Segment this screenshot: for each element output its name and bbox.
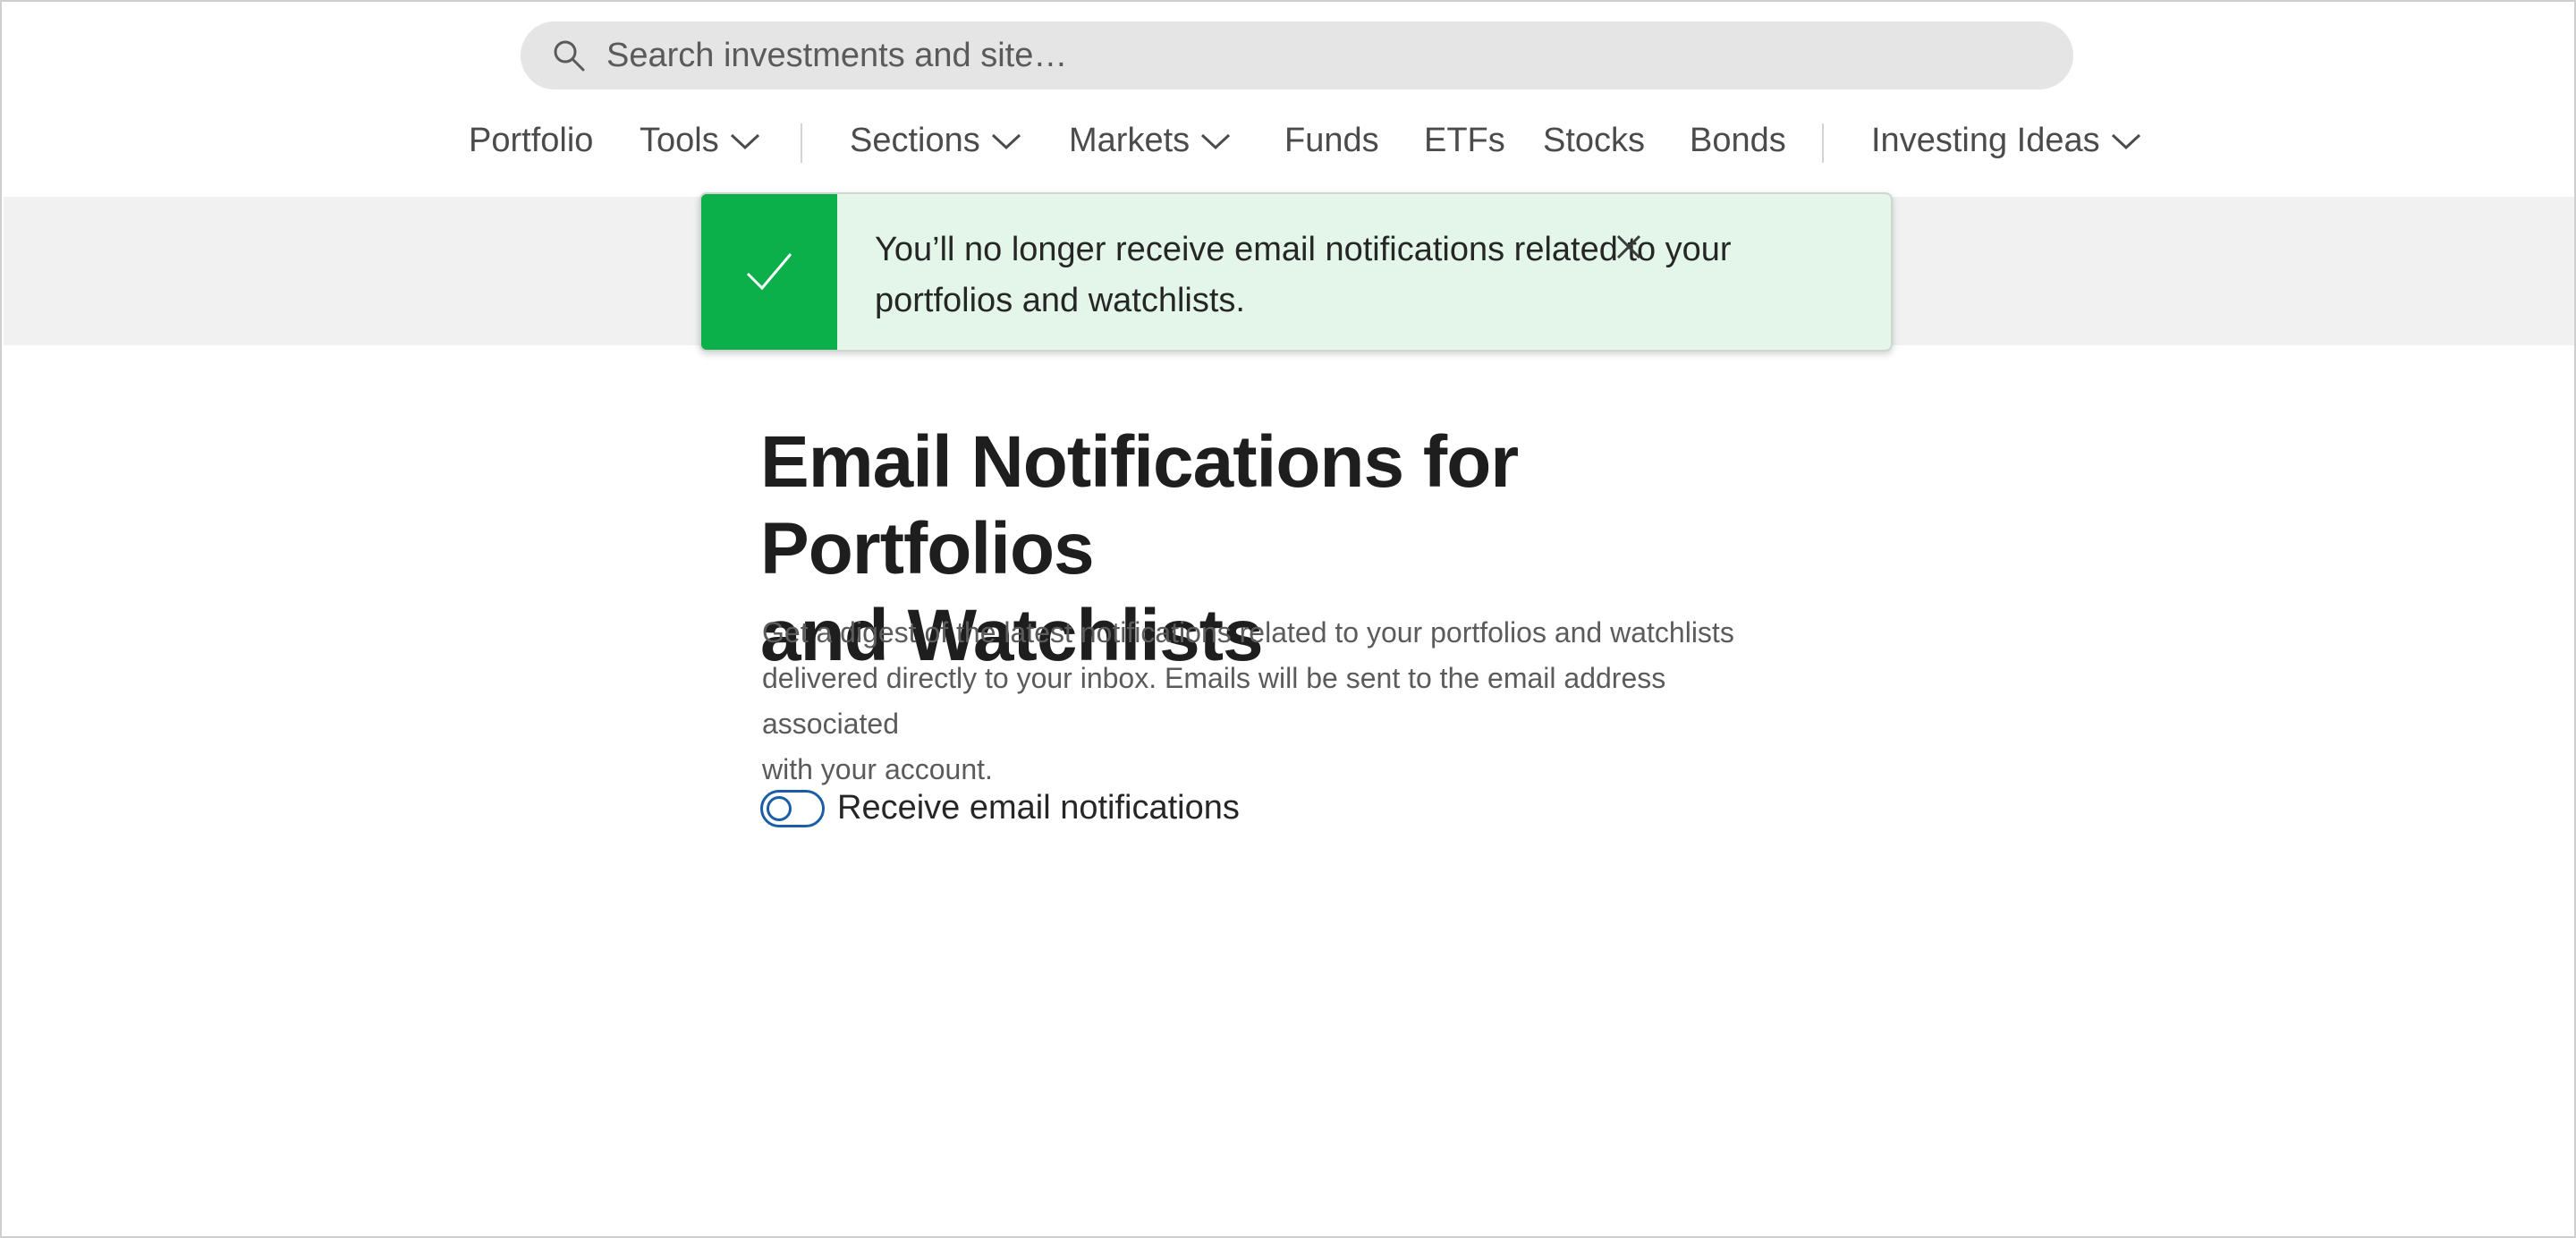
nav-item-tools[interactable]: Tools <box>640 122 760 160</box>
page-description: Get a digest of the latest notifications… <box>762 610 1800 793</box>
nav-item-label: Stocks <box>1543 122 1646 159</box>
nav-item-label: Portfolio <box>469 122 594 159</box>
chevron-down-icon <box>1201 133 1231 149</box>
chevron-down-icon <box>2111 133 2140 149</box>
nav-item-markets[interactable]: Markets <box>1069 122 1231 160</box>
toast-message-line: You’ll no longer receive email notificat… <box>875 231 1732 268</box>
nav-item-label: Markets <box>1069 122 1191 159</box>
success-toast: You’ll no longer receive email notificat… <box>699 192 1893 352</box>
description-line: with your account. <box>762 753 993 785</box>
description-line: delivered directly to your inbox. Emails… <box>762 662 1666 740</box>
email-notifications-setting: Receive email notifications <box>760 789 1240 827</box>
page-frame: Portfolio Tools Sections Markets Funds E <box>0 0 2576 1238</box>
nav-item-bonds[interactable]: Bonds <box>1690 122 1786 160</box>
chevron-down-icon <box>730 133 759 149</box>
search-icon <box>554 40 585 72</box>
nav-item-label: Funds <box>1284 122 1379 159</box>
nav-item-funds[interactable]: Funds <box>1284 122 1379 160</box>
close-icon <box>1616 234 1641 259</box>
chevron-down-icon <box>991 133 1021 149</box>
toast-message: You’ll no longer receive email notificat… <box>875 225 1733 326</box>
nav-item-portfolio[interactable]: Portfolio <box>469 122 593 160</box>
email-notifications-toggle[interactable] <box>760 789 825 827</box>
nav-item-label: Tools <box>640 122 719 159</box>
description-line: Get a digest of the latest notifications… <box>762 616 1734 649</box>
toggle-label[interactable]: Receive email notifications <box>837 789 1240 827</box>
main-nav: Portfolio Tools Sections Markets Funds E <box>2 109 2574 199</box>
nav-divider <box>801 123 802 163</box>
toast-close-button[interactable] <box>1606 225 1651 269</box>
toast-message-line: portfolios and watchlists. <box>875 282 1245 319</box>
nav-item-etfs[interactable]: ETFs <box>1424 122 1505 160</box>
nav-item-label: ETFs <box>1424 122 1505 159</box>
toast-status-bar <box>701 194 837 350</box>
page-title-line: Email Notifications for Portfolios <box>760 421 1519 589</box>
toggle-knob <box>767 795 792 821</box>
nav-item-investing-ideas[interactable]: Investing Ideas <box>1871 122 2141 160</box>
nav-item-sections[interactable]: Sections <box>850 122 1021 160</box>
search-input[interactable] <box>606 36 1948 75</box>
nav-item-label: Investing Ideas <box>1871 122 2100 159</box>
nav-divider <box>1822 123 1824 163</box>
check-icon <box>746 253 792 291</box>
nav-item-label: Bonds <box>1690 122 1786 159</box>
nav-item-stocks[interactable]: Stocks <box>1543 122 1645 160</box>
nav-item-label: Sections <box>850 122 980 159</box>
search-bar[interactable] <box>521 21 2073 89</box>
